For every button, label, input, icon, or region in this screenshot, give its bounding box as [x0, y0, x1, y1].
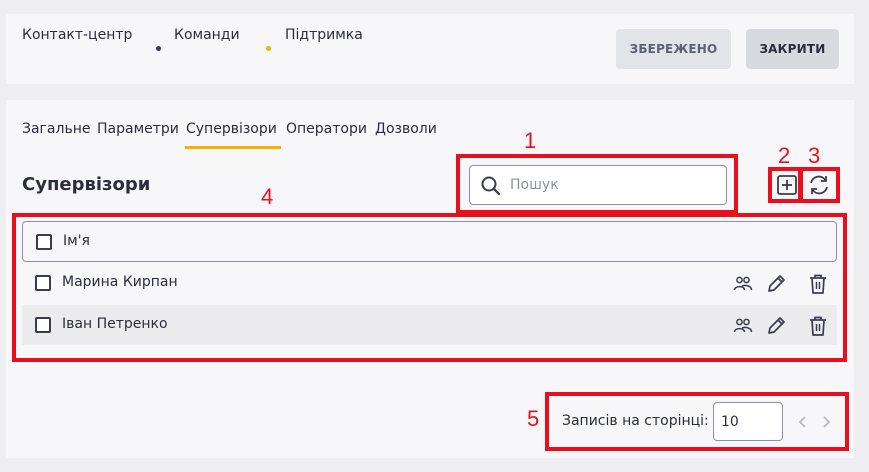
annotation-box-search: [456, 154, 738, 214]
breadcrumb-separator-dot: [156, 46, 161, 51]
breadcrumb-separator-dot: [266, 46, 271, 51]
annotation-number-5: 5: [527, 406, 540, 431]
breadcrumb-contact-center[interactable]: Контакт-центр: [22, 27, 132, 43]
breadcrumb-teams[interactable]: Команди: [174, 27, 240, 43]
saved-button[interactable]: ЗБЕРЕЖЕНО: [616, 29, 731, 69]
breadcrumb-support: Підтримка: [285, 27, 363, 43]
annotation-box-add: [768, 167, 802, 203]
tab-permissions[interactable]: Дозволи: [375, 121, 437, 137]
annotation-box-refresh: [799, 167, 840, 203]
annotation-number-3: 3: [808, 143, 821, 168]
annotation-number-4: 4: [261, 184, 274, 209]
annotation-box-pagination: [545, 392, 849, 451]
annotation-box-table: [12, 213, 847, 362]
section-title: Супервізори: [22, 174, 151, 195]
close-button[interactable]: ЗАКРИТИ: [746, 29, 839, 69]
tab-supervisors[interactable]: Супервізори: [186, 121, 277, 137]
annotation-number-2: 2: [778, 143, 791, 168]
tab-general[interactable]: Загальне: [22, 121, 90, 137]
annotation-number-1: 1: [524, 128, 537, 153]
tab-parameters[interactable]: Параметри: [97, 121, 179, 137]
tab-operators[interactable]: Оператори: [286, 121, 367, 137]
active-tab-indicator: [185, 146, 281, 149]
